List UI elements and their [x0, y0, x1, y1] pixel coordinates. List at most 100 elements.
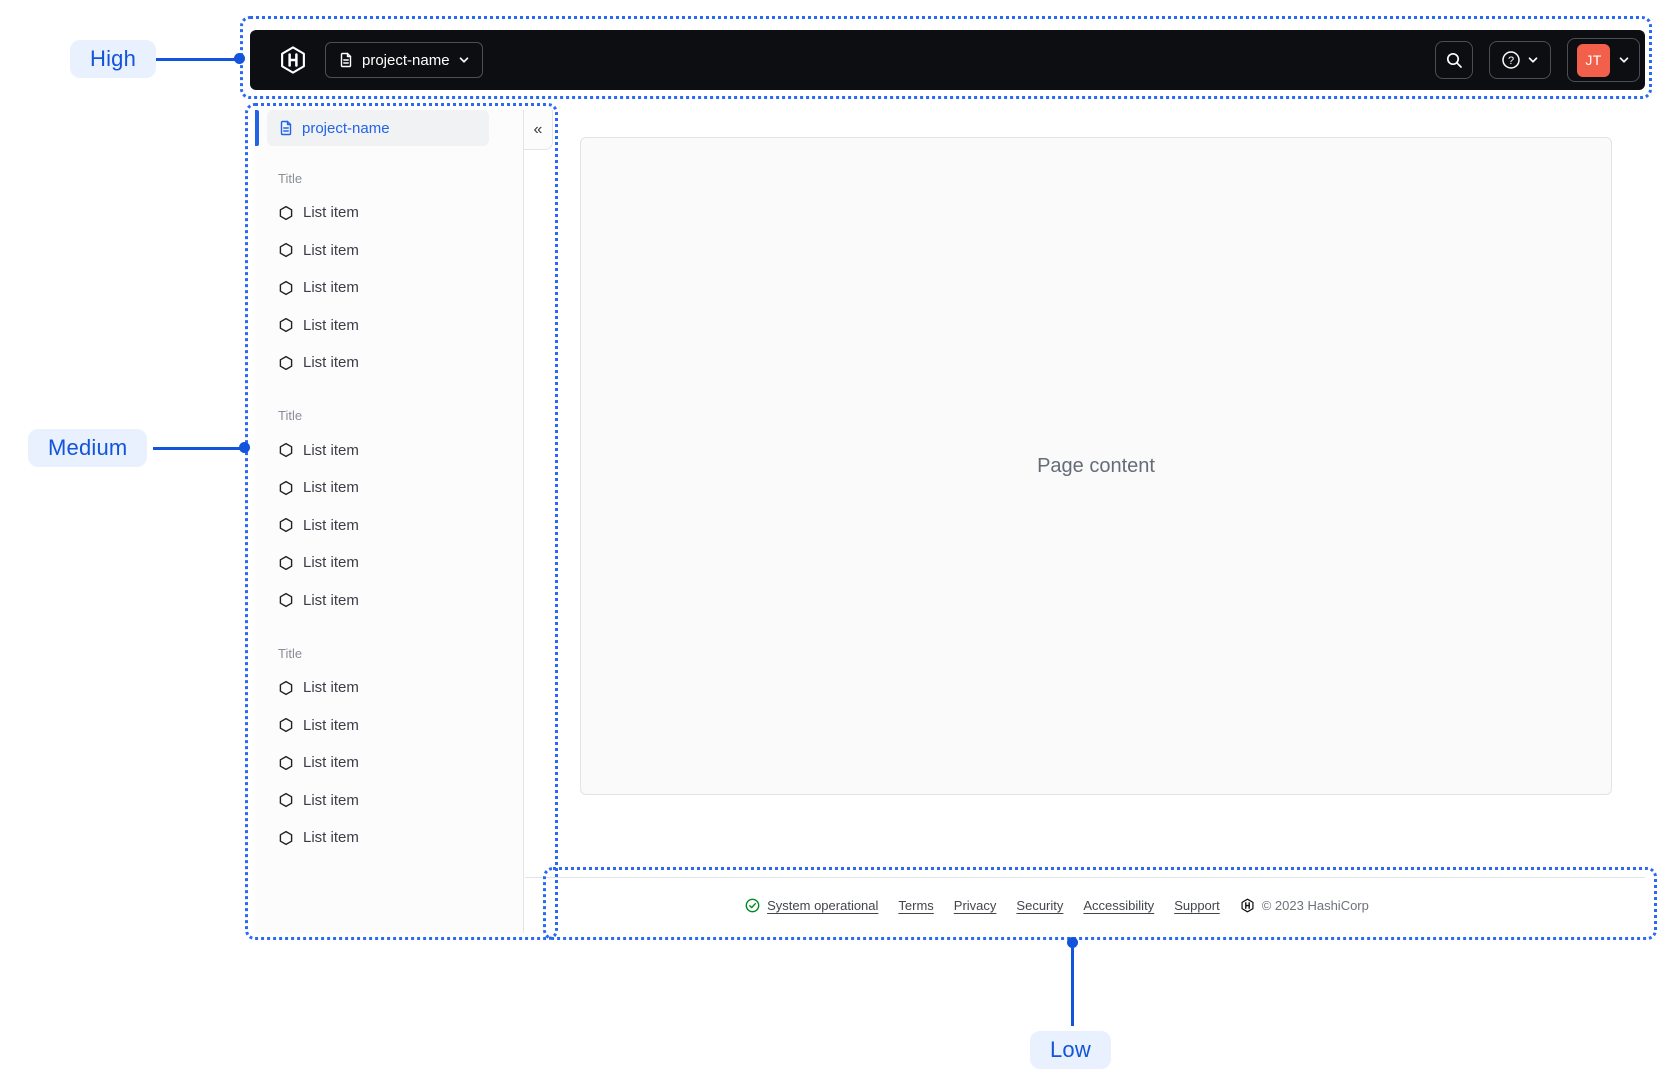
hexagon-icon [278, 280, 294, 296]
hexagon-icon [278, 830, 294, 846]
design-spec-canvas: project-name ? JT project-name Title Lis… [0, 0, 1672, 1078]
sidebar-list-item-label: List item [303, 279, 359, 297]
sidebar-list-item-label: List item [303, 441, 359, 459]
sidebar-collapse-button[interactable]: « [524, 110, 553, 150]
sidebar-list-item[interactable]: List item [255, 782, 523, 820]
sidebar-list-item-label: List item [303, 754, 359, 772]
collapse-sidebar-icon: « [533, 120, 543, 138]
sidebar-section-title: Title [278, 645, 303, 661]
medium-connector-dot [239, 442, 250, 453]
sidebar-list-item[interactable]: List item [255, 744, 523, 782]
app-footer: System operational Terms Privacy Securit… [525, 877, 1645, 933]
sidebar-list-item[interactable]: List item [255, 707, 523, 745]
footer-link-privacy[interactable]: Privacy [954, 898, 997, 913]
sidebar-list-item-label: List item [303, 516, 359, 534]
low-connector-dot [1067, 937, 1078, 948]
hexagon-icon [278, 555, 294, 571]
sidebar-list-item-label: List item [303, 316, 359, 334]
sidebar-list-item-label: List item [303, 716, 359, 734]
sidebar-section: Title List item List item List item List… [255, 400, 523, 620]
sidebar-item-project[interactable]: project-name [255, 110, 489, 146]
project-switcher-label: project-name [362, 51, 450, 69]
medium-connector-line [153, 446, 245, 450]
sidebar-list-item[interactable]: List item [255, 344, 523, 382]
hexagon-icon [278, 442, 294, 458]
sidebar-section-title: Title [278, 408, 303, 423]
density-label-medium: Medium [28, 429, 148, 467]
sidebar-list-item-label: List item [303, 354, 359, 372]
hashicorp-logo-icon [1240, 898, 1255, 913]
high-connector-line [156, 57, 240, 61]
hexagon-icon [278, 242, 294, 258]
hexagon-icon [278, 592, 294, 608]
app-navbar: project-name ? JT [250, 30, 1645, 90]
user-avatar: JT [1577, 43, 1610, 77]
file-text-icon [278, 120, 294, 136]
system-status-label: System operational [767, 898, 879, 913]
chevron-down-icon [458, 54, 470, 66]
sidebar-list-item[interactable]: List item [255, 232, 523, 270]
sidebar-list-item[interactable]: List item [255, 269, 523, 307]
footer-link-security[interactable]: Security [1016, 898, 1063, 913]
sidebar-list-item-label: List item [303, 554, 359, 572]
system-status-link[interactable]: System operational [745, 898, 878, 913]
sidebar-list-item[interactable]: List item [255, 307, 523, 345]
sidebar-list-item[interactable]: List item [255, 194, 523, 232]
hexagon-icon [278, 205, 294, 221]
sidebar-list-item[interactable]: List item [255, 669, 523, 707]
sidebar-list-item-label: List item [303, 829, 359, 847]
sidebar-list-item[interactable]: List item [255, 544, 523, 582]
help-icon: ? [1501, 50, 1521, 70]
copyright: © 2023 HashiCorp [1240, 898, 1369, 913]
low-connector-line [1071, 942, 1074, 1026]
check-circle-icon [745, 898, 760, 913]
hexagon-icon [278, 317, 294, 333]
hexagon-icon [278, 680, 294, 696]
active-indicator-bar [255, 110, 259, 146]
footer-link-terms[interactable]: Terms [898, 898, 933, 913]
sidebar-list-item[interactable]: List item [255, 469, 523, 507]
sidebar-list-item[interactable]: List item [255, 432, 523, 470]
sidebar-list-item-label: List item [303, 204, 359, 222]
sidebar-project-label: project-name [302, 119, 390, 137]
page-content-placeholder: Page content [1037, 454, 1155, 477]
density-label-low: Low [1030, 1031, 1111, 1069]
chevron-down-icon [1527, 54, 1539, 66]
sidebar-list-item-label: List item [303, 791, 359, 809]
help-menu-button[interactable]: ? [1489, 41, 1551, 79]
sidebar-list-item-label: List item [303, 591, 359, 609]
user-menu-button[interactable]: JT [1567, 38, 1640, 82]
search-icon [1445, 51, 1463, 69]
sidebar-list-item[interactable]: List item [255, 507, 523, 545]
sidebar-list-item-label: List item [303, 479, 359, 497]
hexagon-icon [278, 480, 294, 496]
project-switcher-button[interactable]: project-name [325, 42, 483, 78]
navbar-actions: ? JT [1435, 38, 1640, 82]
hexagon-icon [278, 717, 294, 733]
sidebar: project-name Title List item List item L… [255, 110, 524, 933]
sidebar-list-item-label: List item [303, 679, 359, 697]
copyright-text: © 2023 HashiCorp [1261, 898, 1369, 913]
hexagon-icon [278, 355, 294, 371]
page-content-area: Page content [580, 137, 1612, 795]
search-button[interactable] [1435, 41, 1473, 79]
hexagon-icon [278, 792, 294, 808]
high-connector-dot [234, 53, 245, 64]
sidebar-section: Title List item List item List item List… [255, 162, 523, 382]
sidebar-list-item[interactable]: List item [255, 819, 523, 857]
hexagon-icon [278, 755, 294, 771]
density-label-medium-text: Medium [48, 435, 128, 460]
sidebar-list-item[interactable]: List item [255, 582, 523, 620]
density-label-high: High [70, 40, 157, 78]
hexagon-icon [278, 517, 294, 533]
density-label-high-text: High [90, 46, 137, 71]
sidebar-section: Title List item List item List item List… [255, 637, 523, 857]
sidebar-nav: Title List item List item List item List… [255, 146, 523, 857]
density-label-low-text: Low [1050, 1037, 1091, 1062]
sidebar-section-title: Title [278, 170, 303, 186]
footer-link-accessibility[interactable]: Accessibility [1083, 898, 1154, 913]
footer-link-support[interactable]: Support [1174, 898, 1220, 913]
svg-text:?: ? [1508, 55, 1514, 67]
sidebar-list-item-label: List item [303, 241, 359, 259]
hashicorp-logo-icon [278, 45, 308, 75]
